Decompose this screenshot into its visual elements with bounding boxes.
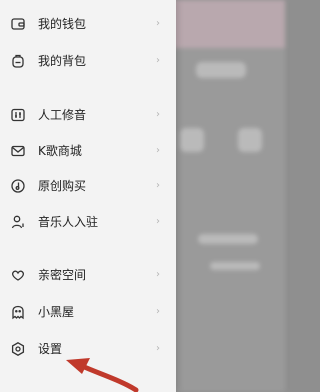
music-disc-icon bbox=[10, 178, 26, 194]
menu-item-k-store[interactable]: K歌商城 › bbox=[0, 136, 176, 166]
menu-item-label: 亲密空间 bbox=[38, 268, 87, 282]
chevron-right-icon: › bbox=[156, 18, 160, 29]
equalizer-icon bbox=[10, 107, 26, 123]
menu-item-label: 我的背包 bbox=[38, 54, 87, 68]
menu-item-wallet[interactable]: 我的钱包 › bbox=[0, 9, 176, 39]
menu-item-musician-join[interactable]: 音乐人入驻 › bbox=[0, 207, 176, 237]
menu-item-label: 原创购买 bbox=[38, 179, 87, 193]
mail-icon bbox=[10, 143, 26, 159]
menu-item-blacklist[interactable]: 小黑屋 › bbox=[0, 297, 176, 327]
blurred-tab bbox=[180, 128, 204, 152]
menu-item-label: 人工修音 bbox=[38, 108, 87, 122]
blurred-tab bbox=[238, 128, 262, 152]
chevron-right-icon: › bbox=[156, 180, 160, 191]
menu-item-backpack[interactable]: 我的背包 › bbox=[0, 46, 176, 76]
blurred-bar bbox=[198, 234, 258, 244]
menu-item-label: 我的钱包 bbox=[38, 17, 87, 31]
menu-item-label: 设置 bbox=[38, 342, 63, 356]
blurred-pill bbox=[196, 62, 246, 78]
menu-item-vocal-tuning[interactable]: 人工修音 › bbox=[0, 100, 176, 130]
ghost-icon bbox=[10, 304, 26, 320]
menu-item-label: 小黑屋 bbox=[38, 305, 75, 319]
chevron-right-icon: › bbox=[156, 269, 160, 280]
menu-item-label: 音乐人入驻 bbox=[38, 215, 99, 229]
menu-item-intimate-space[interactable]: 亲密空间 › bbox=[0, 260, 176, 290]
backpack-icon bbox=[10, 53, 26, 69]
blurred-bar bbox=[210, 262, 260, 270]
chevron-right-icon: › bbox=[156, 216, 160, 227]
chevron-right-icon: › bbox=[156, 343, 160, 354]
chevron-right-icon: › bbox=[156, 145, 160, 156]
menu-item-original-purchase[interactable]: 原创购买 › bbox=[0, 171, 176, 201]
annotation-arrow-icon bbox=[66, 358, 139, 392]
menu-item-label: K歌商城 bbox=[38, 144, 82, 158]
chevron-right-icon: › bbox=[156, 306, 160, 317]
musician-icon bbox=[10, 214, 26, 230]
heart-link-icon bbox=[10, 267, 26, 283]
wallet-icon bbox=[10, 16, 26, 32]
settings-icon bbox=[10, 341, 26, 357]
chevron-right-icon: › bbox=[156, 55, 160, 66]
chevron-right-icon: › bbox=[156, 109, 160, 120]
side-drawer: 我的钱包 › 我的背包 › 人工修音 › K歌商城 › 原创购买 › 音乐人入驻 bbox=[0, 0, 176, 392]
